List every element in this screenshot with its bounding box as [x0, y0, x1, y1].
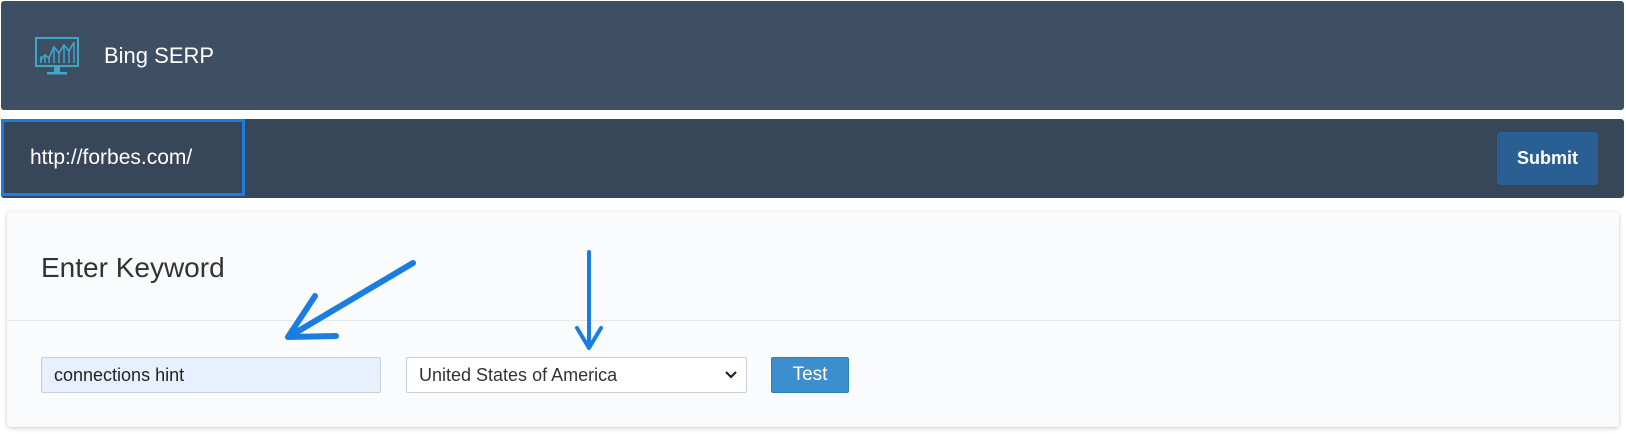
test-button[interactable]: Test — [771, 357, 849, 393]
monitor-chart-icon — [35, 37, 79, 75]
submit-button[interactable]: Submit — [1497, 132, 1598, 185]
url-input[interactable] — [1, 119, 245, 196]
country-select[interactable]: United States of America — [406, 357, 747, 393]
country-select-value: United States of America — [419, 365, 618, 385]
panel-title: Enter Keyword — [41, 252, 225, 283]
app-title: Bing SERP — [104, 43, 215, 68]
keyword-input[interactable] — [41, 357, 381, 393]
panel-divider — [7, 320, 1619, 321]
chevron-down-icon — [725, 371, 737, 379]
app-header: Bing SERP — [1, 1, 1624, 110]
keyword-panel: Enter Keyword United States of America T… — [7, 212, 1619, 427]
url-bar: Submit — [1, 119, 1624, 198]
